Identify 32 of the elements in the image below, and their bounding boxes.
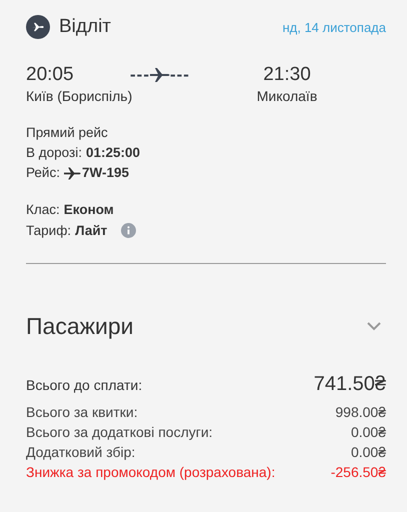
airplane-icon	[64, 166, 81, 180]
detail-label: Рейс:	[26, 164, 60, 182]
flight-type: Прямий рейс	[26, 124, 108, 142]
arrival-time: 21:30	[263, 64, 311, 86]
airplane-icon	[26, 15, 50, 39]
price-amount: -256.50₴	[330, 463, 386, 482]
fare-value: Економ	[64, 201, 114, 219]
price-amount: 998.00₴	[335, 403, 386, 422]
price-label: Всього за додаткові послуги:	[26, 423, 213, 442]
price-label: Додатковий збір:	[26, 443, 136, 462]
departure-city: Київ (Бориспіль)	[26, 87, 134, 106]
dashes: ---	[130, 65, 150, 85]
flight-date: нд, 14 листопада	[282, 20, 386, 34]
chevron-icon[interactable]	[367, 322, 381, 331]
fare-label: Тариф:	[26, 222, 72, 240]
detail-label: В дорозі:	[26, 144, 82, 162]
airplane-icon	[150, 68, 170, 82]
total-label: Всього до сплати:	[26, 376, 142, 392]
section-title: Відліт	[59, 16, 111, 38]
detail-value: 01:25:00	[86, 144, 140, 162]
arrival-city: Миколаїв	[256, 87, 318, 106]
price-amount: 0.00₴	[350, 423, 386, 442]
passengers-heading: Пасажири	[26, 313, 134, 340]
flight-number: 7W-195	[82, 164, 129, 182]
fare-value: Лайт	[75, 222, 108, 240]
price-label: Всього за квитки:	[26, 403, 138, 422]
total-amount: 741.50₴	[314, 373, 386, 396]
price-label: Знижка за промокодом (розрахована):	[26, 463, 276, 482]
dashes: ---	[170, 65, 190, 85]
price-amount: 0.00₴	[350, 443, 386, 462]
fare-label: Клас:	[26, 201, 60, 219]
info-icon[interactable]	[121, 223, 136, 238]
